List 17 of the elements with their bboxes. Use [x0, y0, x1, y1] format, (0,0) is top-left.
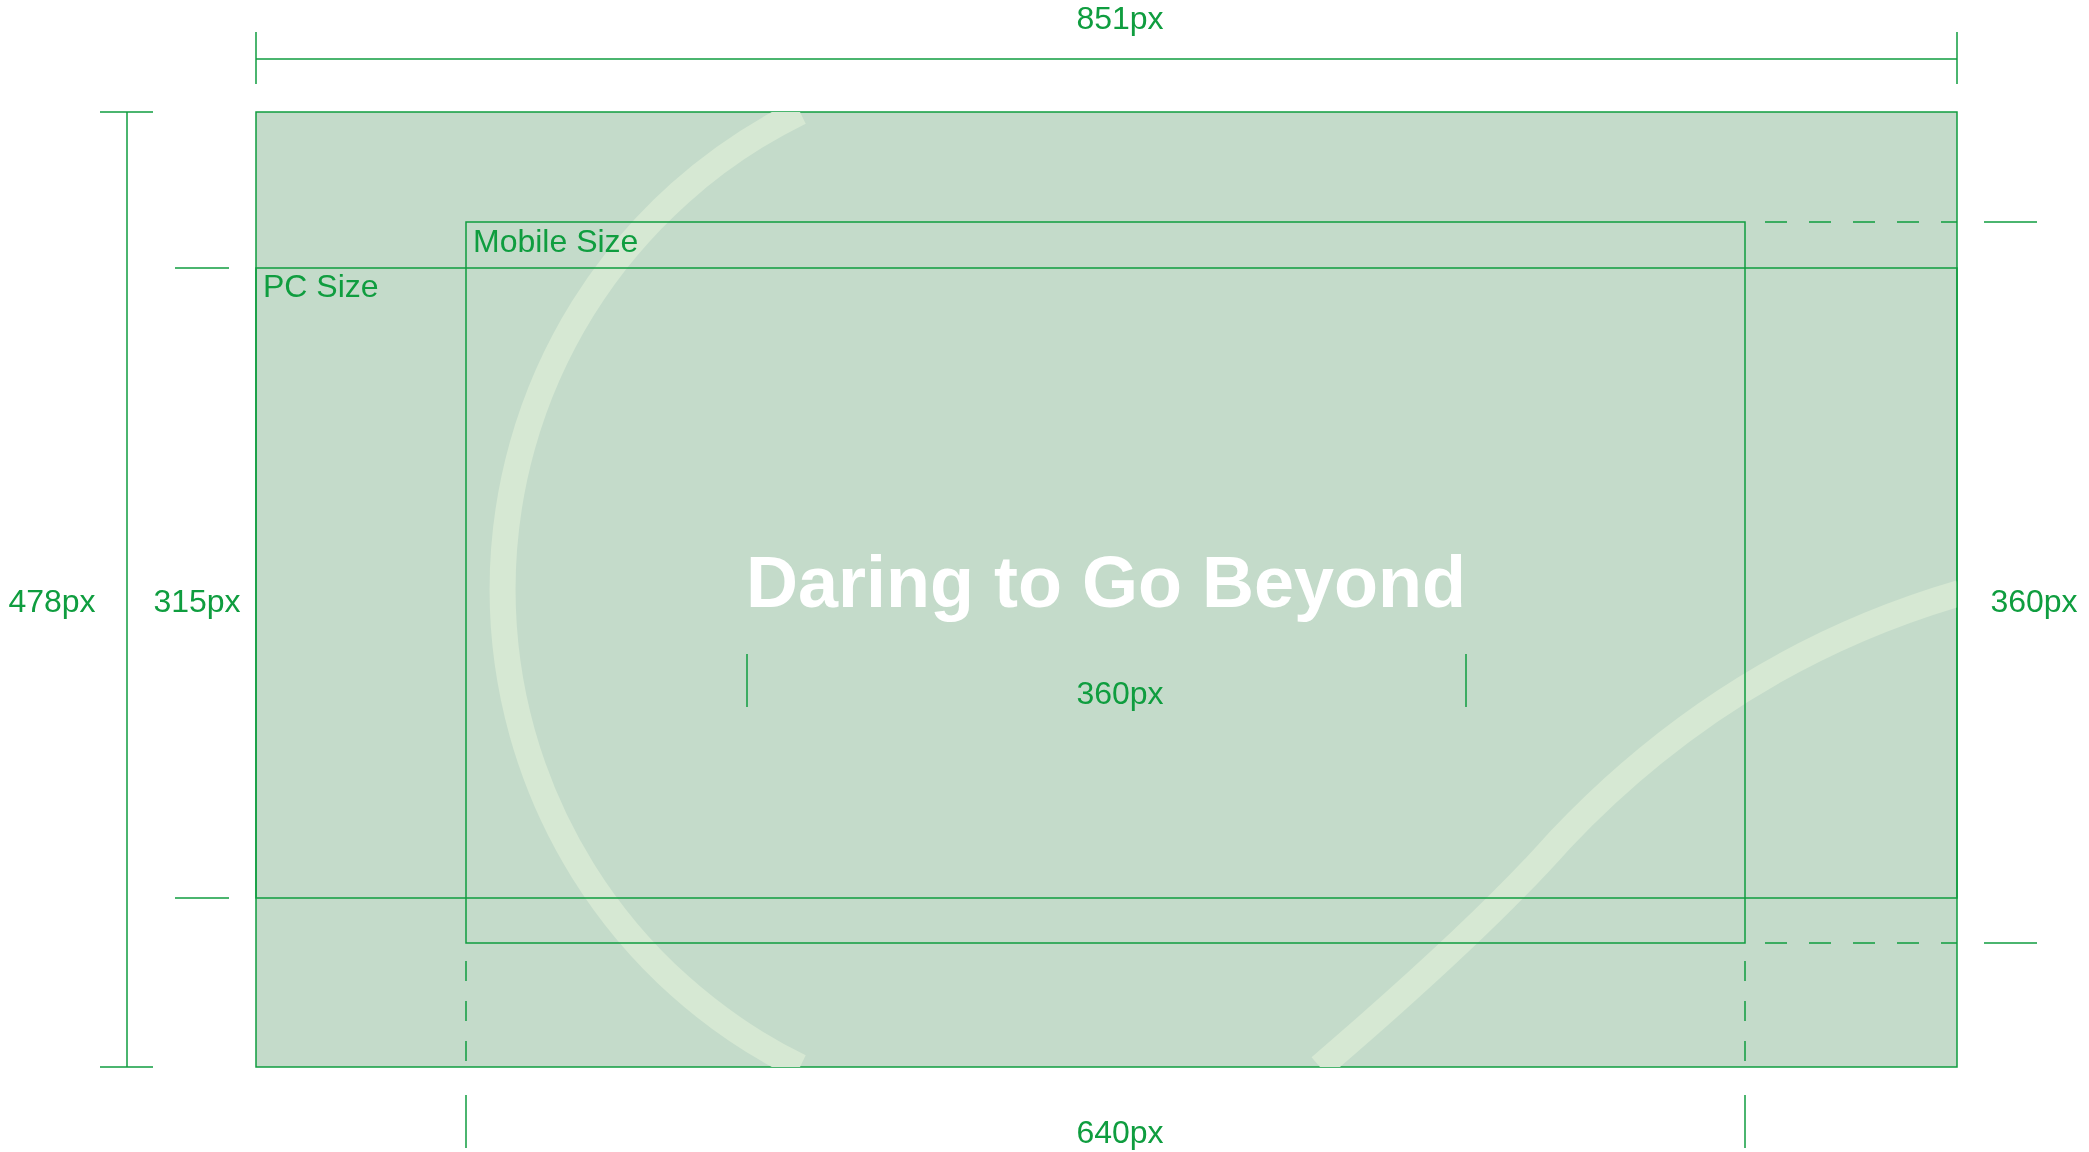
tick-mark [1744, 1094, 1746, 1149]
tick-mark [465, 1094, 467, 1149]
tick-mark [1465, 653, 1467, 708]
banner-title: Daring to Go Beyond [746, 542, 1466, 622]
tick-mark [1983, 942, 2038, 944]
tick-mark [746, 653, 748, 708]
dimension-label: 478px [8, 583, 96, 620]
tick-mark [174, 267, 230, 269]
tick-mark [1983, 221, 2038, 223]
dimension-label: 851px [1076, 0, 1164, 37]
dimension-label: 360px [1990, 583, 2078, 620]
dimension-label: 315px [153, 583, 241, 620]
area-label: Mobile Size [473, 223, 639, 260]
area-label: PC Size [263, 268, 379, 305]
dimension-label: 360px [1076, 675, 1164, 712]
dimension-label: 640px [1076, 1114, 1164, 1151]
tick-mark [174, 897, 230, 899]
